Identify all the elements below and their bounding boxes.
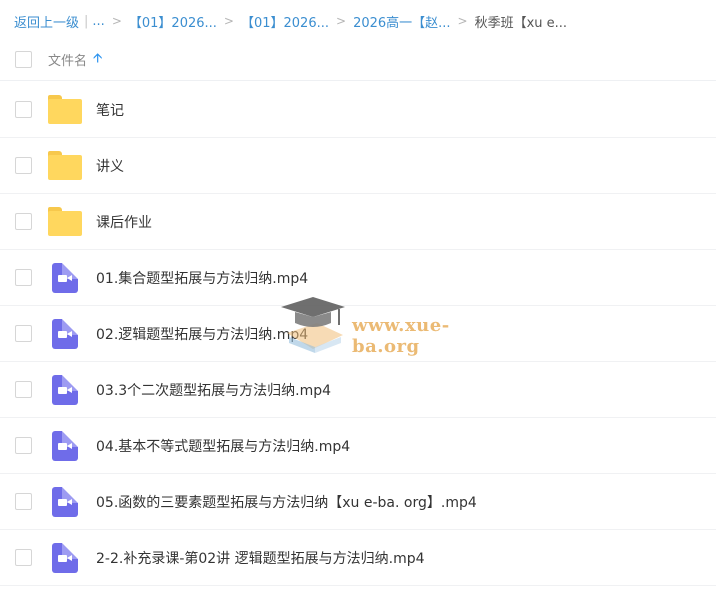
list-item[interactable]: 04.基本不等式题型拓展与方法归纳.mp4 [0, 418, 716, 474]
file-list-header: 文件名 🡩 [0, 39, 716, 81]
file-name[interactable]: 03.3个二次题型拓展与方法归纳.mp4 [96, 380, 331, 400]
file-name[interactable]: 课后作业 [96, 212, 152, 232]
list-item[interactable]: 03.3个二次题型拓展与方法归纳.mp4 [0, 362, 716, 418]
video-file-icon [52, 431, 78, 461]
breadcrumb-ellipsis[interactable]: ... [92, 14, 104, 29]
list-item[interactable]: 2-2.补充录课-第02讲 逻辑题型拓展与方法归纳.mp4 [0, 530, 716, 586]
video-file-icon [52, 543, 78, 573]
breadcrumb-item[interactable]: 2026高一【赵... [353, 12, 450, 31]
row-checkbox[interactable] [15, 157, 32, 174]
file-name[interactable]: 05.函数的三要素题型拓展与方法归纳【xu e-ba. org】.mp4 [96, 492, 477, 512]
chevron-right-icon: > [111, 14, 122, 28]
row-checkbox[interactable] [15, 325, 32, 342]
video-file-icon [52, 319, 78, 349]
list-item[interactable]: 笔记 [0, 82, 716, 138]
row-checkbox[interactable] [15, 437, 32, 454]
list-item[interactable]: 02.逻辑题型拓展与方法归纳.mp4 [0, 306, 716, 362]
list-item[interactable]: 01.集合题型拓展与方法归纳.mp4 [0, 250, 716, 306]
breadcrumb-item[interactable]: 【01】2026... [129, 12, 217, 31]
breadcrumb-item[interactable]: 【01】2026... [241, 12, 329, 31]
breadcrumb: 返回上一级 | ... > 【01】2026... > 【01】2026... … [14, 11, 567, 31]
row-checkbox[interactable] [15, 381, 32, 398]
row-checkbox[interactable] [15, 549, 32, 566]
list-item[interactable]: 讲义 [0, 138, 716, 194]
chevron-right-icon: > [457, 14, 468, 28]
video-file-icon [52, 487, 78, 517]
row-checkbox[interactable] [15, 493, 32, 510]
file-name[interactable]: 2-2.补充录课-第02讲 逻辑题型拓展与方法归纳.mp4 [96, 548, 425, 568]
folder-icon [48, 151, 82, 180]
file-name[interactable]: 讲义 [96, 156, 124, 176]
column-label: 文件名 [48, 54, 88, 69]
arrow-up-icon[interactable]: 🡩 [93, 49, 102, 71]
video-file-icon [52, 375, 78, 405]
file-name[interactable]: 01.集合题型拓展与方法归纳.mp4 [96, 268, 308, 288]
file-name[interactable]: 笔记 [96, 100, 124, 120]
folder-icon [48, 95, 82, 124]
breadcrumb-divider: | [84, 13, 89, 29]
breadcrumb-current: 秋季班【xu e... [474, 15, 568, 31]
filename-column-header[interactable]: 文件名 🡩 [48, 49, 102, 71]
video-file-icon [52, 263, 78, 293]
list-item[interactable]: 课后作业 [0, 194, 716, 250]
chevron-right-icon: > [336, 14, 347, 28]
row-checkbox[interactable] [15, 101, 32, 118]
file-name[interactable]: 02.逻辑题型拓展与方法归纳.mp4 [96, 324, 308, 344]
folder-icon [48, 207, 82, 236]
list-item[interactable]: 05.函数的三要素题型拓展与方法归纳【xu e-ba. org】.mp4 [0, 474, 716, 530]
back-link[interactable]: 返回上一级 [14, 12, 79, 31]
chevron-right-icon: > [223, 14, 234, 28]
row-checkbox[interactable] [15, 269, 32, 286]
file-name[interactable]: 04.基本不等式题型拓展与方法归纳.mp4 [96, 436, 350, 456]
select-all-checkbox[interactable] [15, 51, 32, 68]
row-checkbox[interactable] [15, 213, 32, 230]
